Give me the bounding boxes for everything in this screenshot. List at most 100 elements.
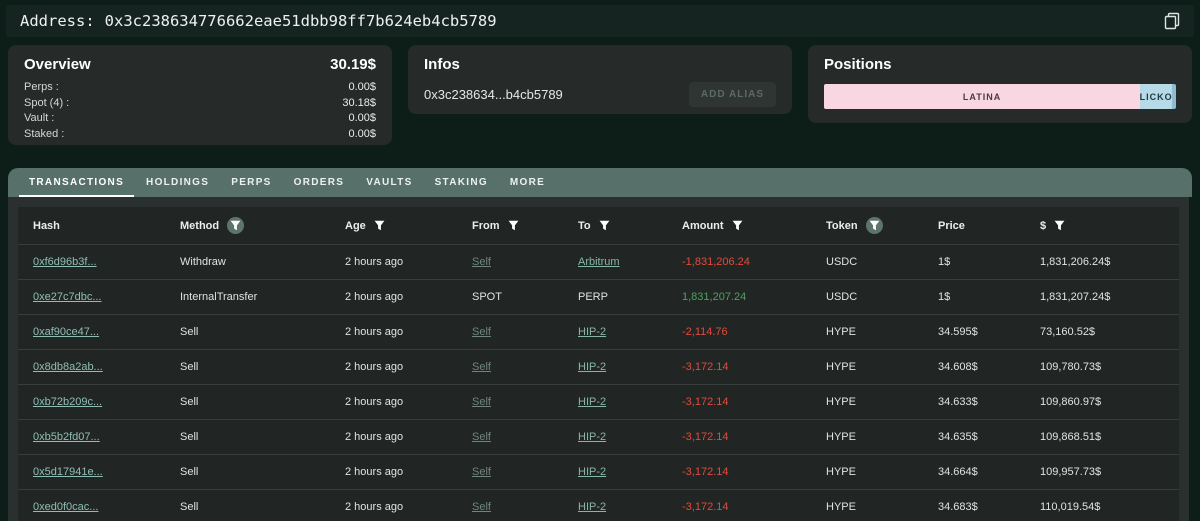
filter-funnel-glyph bbox=[732, 220, 742, 231]
usd-cell: 110,019.54$ bbox=[1040, 501, 1101, 513]
to-link[interactable]: HIP-2 bbox=[578, 361, 682, 373]
filter-funnel-glyph bbox=[374, 220, 385, 231]
from-link[interactable]: Self bbox=[472, 396, 578, 408]
hash-link[interactable]: 0x8db8a2ab... bbox=[33, 361, 180, 373]
method-cell: Sell bbox=[180, 501, 199, 513]
hash-link[interactable]: 0x5d17941e... bbox=[33, 466, 180, 478]
method-cell: InternalTransfer bbox=[180, 291, 258, 303]
age-cell: 2 hours ago bbox=[345, 326, 404, 338]
to-cell: PERP bbox=[578, 291, 608, 303]
overview-title: Overview bbox=[24, 56, 91, 73]
overview-row: Perps : 0.00$ bbox=[24, 80, 376, 96]
token-cell: USDC bbox=[826, 256, 858, 268]
column-header-token: Token bbox=[826, 217, 938, 234]
column-label-age: Age bbox=[345, 219, 366, 232]
overview-row: Vault : 0.00$ bbox=[24, 111, 376, 127]
tab-holdings[interactable]: HOLDINGS bbox=[135, 168, 220, 197]
token-cell: USDC bbox=[826, 291, 858, 303]
filter-funnel-glyph bbox=[508, 220, 518, 231]
column-label-token: Token bbox=[826, 219, 858, 232]
address-value: 0x3c238634776662eae51dbb98ff7b624eb4cb57… bbox=[104, 12, 497, 30]
column-label-to: To bbox=[578, 219, 591, 232]
tab-more[interactable]: MORE bbox=[499, 168, 556, 197]
add-alias-button[interactable]: ADD ALIAS bbox=[688, 82, 776, 107]
from-link[interactable]: Self bbox=[472, 256, 578, 268]
filter-funnel-glyph bbox=[869, 220, 879, 231]
overview-row: Staked : 0.00$ bbox=[24, 127, 376, 143]
from-link[interactable]: Self bbox=[472, 361, 578, 373]
tab-transactions[interactable]: TRANSACTIONS bbox=[18, 168, 135, 197]
usd-cell: 1,831,206.24$ bbox=[1040, 256, 1111, 268]
usd-cell: 1,831,207.24$ bbox=[1040, 291, 1111, 303]
usd-cell: 109,957.73$ bbox=[1040, 466, 1102, 478]
price-cell: 34.635$ bbox=[938, 431, 978, 443]
filter-icon-amount[interactable] bbox=[732, 220, 743, 231]
column-header-from: From bbox=[472, 220, 578, 232]
from-link[interactable]: Self bbox=[472, 326, 578, 338]
tab-vaults[interactable]: VAULTS bbox=[355, 168, 423, 197]
tab-bar: TRANSACTIONS HOLDINGS PERPS ORDERS VAULTS STA… bbox=[8, 168, 1192, 197]
age-cell: 2 hours ago bbox=[345, 291, 404, 303]
from-link[interactable]: Self bbox=[472, 431, 578, 443]
table-row: 0xaf90ce47... Sell 2 hours ago Self HIP-2 -2,… bbox=[18, 314, 1179, 349]
hash-link[interactable]: 0xf6d96b3f... bbox=[33, 256, 180, 268]
table-panel: Hash Method Age From To Amount Token Price $ 0xf… bbox=[8, 197, 1189, 521]
overview-row-value: 0.00$ bbox=[348, 112, 376, 124]
filter-icon-token[interactable] bbox=[865, 217, 883, 234]
to-link[interactable]: HIP-2 bbox=[578, 326, 682, 338]
hash-link[interactable]: 0xb5b2fd07... bbox=[33, 431, 180, 443]
overview-row-value: 0.00$ bbox=[348, 127, 376, 140]
table-row: 0xed0f0cac... Sell 2 hours ago Self HIP-2 -3,… bbox=[18, 489, 1179, 521]
hash-link[interactable]: 0xb72b209c... bbox=[33, 396, 180, 408]
price-cell: 34.595$ bbox=[938, 326, 978, 338]
tab-orders[interactable]: ORDERS bbox=[283, 168, 356, 197]
column-header-amount: Amount bbox=[682, 220, 826, 232]
filter-icon-from[interactable] bbox=[508, 220, 519, 231]
tab-perps[interactable]: PERPS bbox=[220, 168, 282, 197]
table-row: 0xb72b209c... Sell 2 hours ago Self HIP-2 -3,… bbox=[18, 384, 1179, 419]
from-link[interactable]: Self bbox=[472, 501, 578, 513]
summary-cards: Overview 30.19$ Perps : 0.00$ Spot (4) : 30… bbox=[8, 45, 1192, 145]
hash-link[interactable]: 0xed0f0cac... bbox=[33, 501, 180, 513]
amount-cell: -3,172.14 bbox=[682, 431, 729, 443]
age-cell: 2 hours ago bbox=[345, 431, 404, 443]
position-segment-latina[interactable]: LATINA bbox=[824, 84, 1141, 109]
filter-icon-method[interactable] bbox=[227, 217, 245, 234]
filter-icon-to[interactable] bbox=[599, 220, 610, 231]
to-link[interactable]: Arbitrum bbox=[578, 256, 682, 268]
to-link[interactable]: HIP-2 bbox=[578, 431, 682, 443]
age-cell: 2 hours ago bbox=[345, 466, 404, 478]
method-cell: Sell bbox=[180, 431, 199, 443]
usd-cell: 109,780.73$ bbox=[1040, 361, 1102, 373]
to-link[interactable]: HIP-2 bbox=[578, 501, 682, 513]
copy-icon[interactable] bbox=[1164, 12, 1180, 30]
column-header-hash: Hash bbox=[33, 220, 180, 232]
tab-staking[interactable]: STAKING bbox=[424, 168, 499, 197]
token-cell: HYPE bbox=[826, 361, 856, 373]
token-cell: HYPE bbox=[826, 326, 856, 338]
address-bar: Address: 0x3c238634776662eae51dbb98ff7b6… bbox=[6, 5, 1194, 37]
age-cell: 2 hours ago bbox=[345, 256, 404, 268]
filter-icon-usd[interactable] bbox=[1054, 220, 1065, 231]
filter-icon-age[interactable] bbox=[374, 220, 385, 231]
price-cell: 34.683$ bbox=[938, 501, 978, 513]
column-header-method: Method bbox=[180, 217, 345, 234]
overview-row-value: 30.18$ bbox=[342, 96, 376, 109]
from-link[interactable]: Self bbox=[472, 466, 578, 478]
position-segment-licko[interactable]: LICKO bbox=[1140, 84, 1173, 109]
price-cell: 1$ bbox=[938, 291, 951, 303]
overview-row-label: Perps : bbox=[24, 81, 59, 93]
column-label-price: Price bbox=[938, 219, 965, 232]
age-cell: 2 hours ago bbox=[345, 396, 404, 408]
from-cell: SPOT bbox=[472, 291, 502, 303]
transactions-table: Hash Method Age From To Amount Token Price $ 0xf… bbox=[18, 207, 1179, 521]
hash-link[interactable]: 0xe27c7dbc... bbox=[33, 291, 180, 303]
age-cell: 2 hours ago bbox=[345, 501, 404, 513]
overview-card: Overview 30.19$ Perps : 0.00$ Spot (4) : 30… bbox=[8, 45, 392, 145]
column-header-usd: $ bbox=[1040, 220, 1179, 232]
to-link[interactable]: HIP-2 bbox=[578, 466, 682, 478]
usd-cell: 109,860.97$ bbox=[1040, 396, 1102, 408]
token-cell: HYPE bbox=[826, 501, 856, 513]
hash-link[interactable]: 0xaf90ce47... bbox=[33, 326, 180, 338]
to-link[interactable]: HIP-2 bbox=[578, 396, 682, 408]
